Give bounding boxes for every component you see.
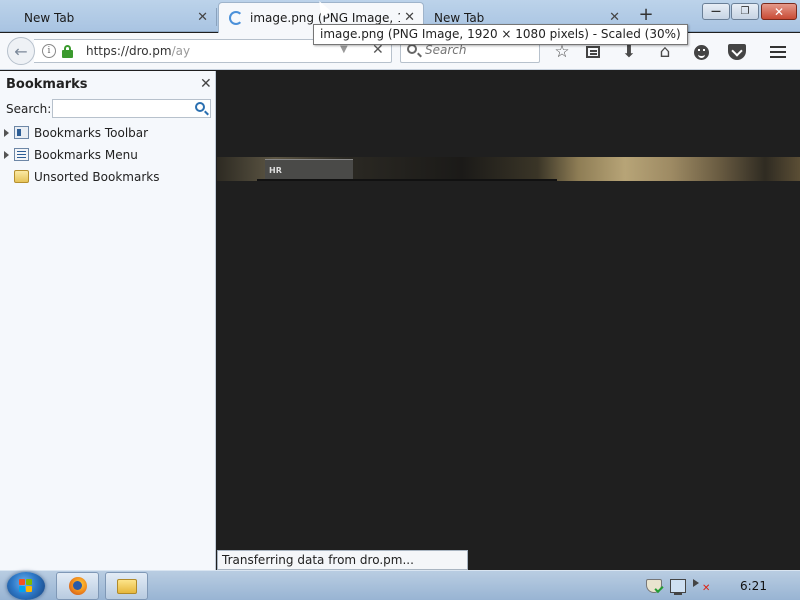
bookmark-folder-unsorted[interactable]: Unsorted Bookmarks [0,167,214,187]
hamburger-icon [770,46,786,58]
expand-twisty-icon[interactable] [4,129,9,137]
tab-label: New Tab [434,10,485,25]
library-icon [586,46,600,58]
tab-label: New Tab [24,10,75,25]
window-close-button[interactable]: ✕ [761,3,797,20]
tab-close-icon[interactable]: ✕ [197,10,208,25]
back-button[interactable]: ← [7,37,35,65]
open-menu-button[interactable] [767,41,789,63]
tab-tooltip: image.png (PNG Image, 1920 × 1080 pixels… [313,24,688,45]
minimize-icon: — [711,6,721,17]
sidebar-title: Bookmarks [6,77,88,92]
search-input[interactable] [425,43,535,57]
hello-button[interactable] [690,41,712,63]
url-history-dropdown-icon[interactable]: ▼ [340,44,348,55]
pocket-button[interactable] [726,41,748,63]
unsorted-bookmarks-icon [14,170,29,183]
image-detail: HR [265,159,353,181]
mute-indicator-icon: ✕ [702,583,711,594]
smiley-icon [693,44,709,60]
status-panel: Transferring data from dro.pm... [217,550,468,570]
start-button[interactable] [7,572,45,600]
taskbar-explorer-button[interactable] [105,572,148,600]
action-center-icon[interactable] [646,579,662,593]
network-icon[interactable] [670,579,686,595]
close-icon: ✕ [773,4,785,19]
tab-new-tab-1[interactable]: New Tab ✕ [8,3,216,32]
image-detail-line [257,179,557,181]
tab-separator [216,8,217,26]
bookmark-folder-label: Bookmarks Menu [34,148,138,162]
image-overlay-text: HR [269,166,282,175]
bookmark-folder-menu[interactable]: Bookmarks Menu [0,145,214,165]
url-path: /ay [171,44,191,58]
page-content[interactable]: HR [217,71,800,570]
loading-spinner-icon [229,11,243,25]
sidebar-search-label: Search: [6,102,52,116]
windows-taskbar: ✕ 6:21 [0,570,800,600]
bookmarks-menu-icon [14,148,29,161]
url-host: https://dro.pm [86,44,172,58]
tab-close-icon[interactable]: ✕ [609,10,620,25]
windows-logo-icon [19,579,33,593]
bookmark-folder-label: Unsorted Bookmarks [34,170,160,184]
bookmark-folder-toolbar[interactable]: Bookmarks Toolbar [0,123,214,143]
windows-explorer-icon [116,578,137,594]
window-minimize-button[interactable]: — [702,3,730,20]
bookmark-folder-label: Bookmarks Toolbar [34,126,149,140]
pocket-icon [728,44,746,60]
tab-close-icon[interactable]: ✕ [404,10,415,25]
sidebar-close-icon[interactable]: ✕ [200,76,212,92]
bookmarks-sidebar: Bookmarks ✕ Search: Bookmarks Toolbar Bo… [0,71,216,570]
firefox-icon [68,577,87,595]
expand-twisty-icon[interactable] [4,151,9,159]
volume-muted-icon[interactable] [693,579,699,587]
window-maximize-button[interactable]: ❐ [731,3,759,20]
sidebar-search-input[interactable] [56,101,190,116]
url-text[interactable]: https://dro.pm/ay [86,44,190,58]
new-tab-button[interactable]: + [636,5,656,25]
search-icon [407,44,417,54]
secure-lock-icon[interactable] [62,45,73,58]
taskbar-clock[interactable]: 6:21 [740,579,767,593]
back-arrow-icon: ← [14,41,28,61]
bookmarks-toolbar-icon [14,126,29,139]
taskbar-firefox-button[interactable] [56,572,99,600]
search-icon[interactable] [195,102,205,112]
partially-loaded-image: HR [217,157,800,181]
maximize-icon: ❐ [740,6,750,17]
site-info-icon[interactable]: i [42,44,56,58]
sidebar-search-field[interactable] [52,99,211,118]
